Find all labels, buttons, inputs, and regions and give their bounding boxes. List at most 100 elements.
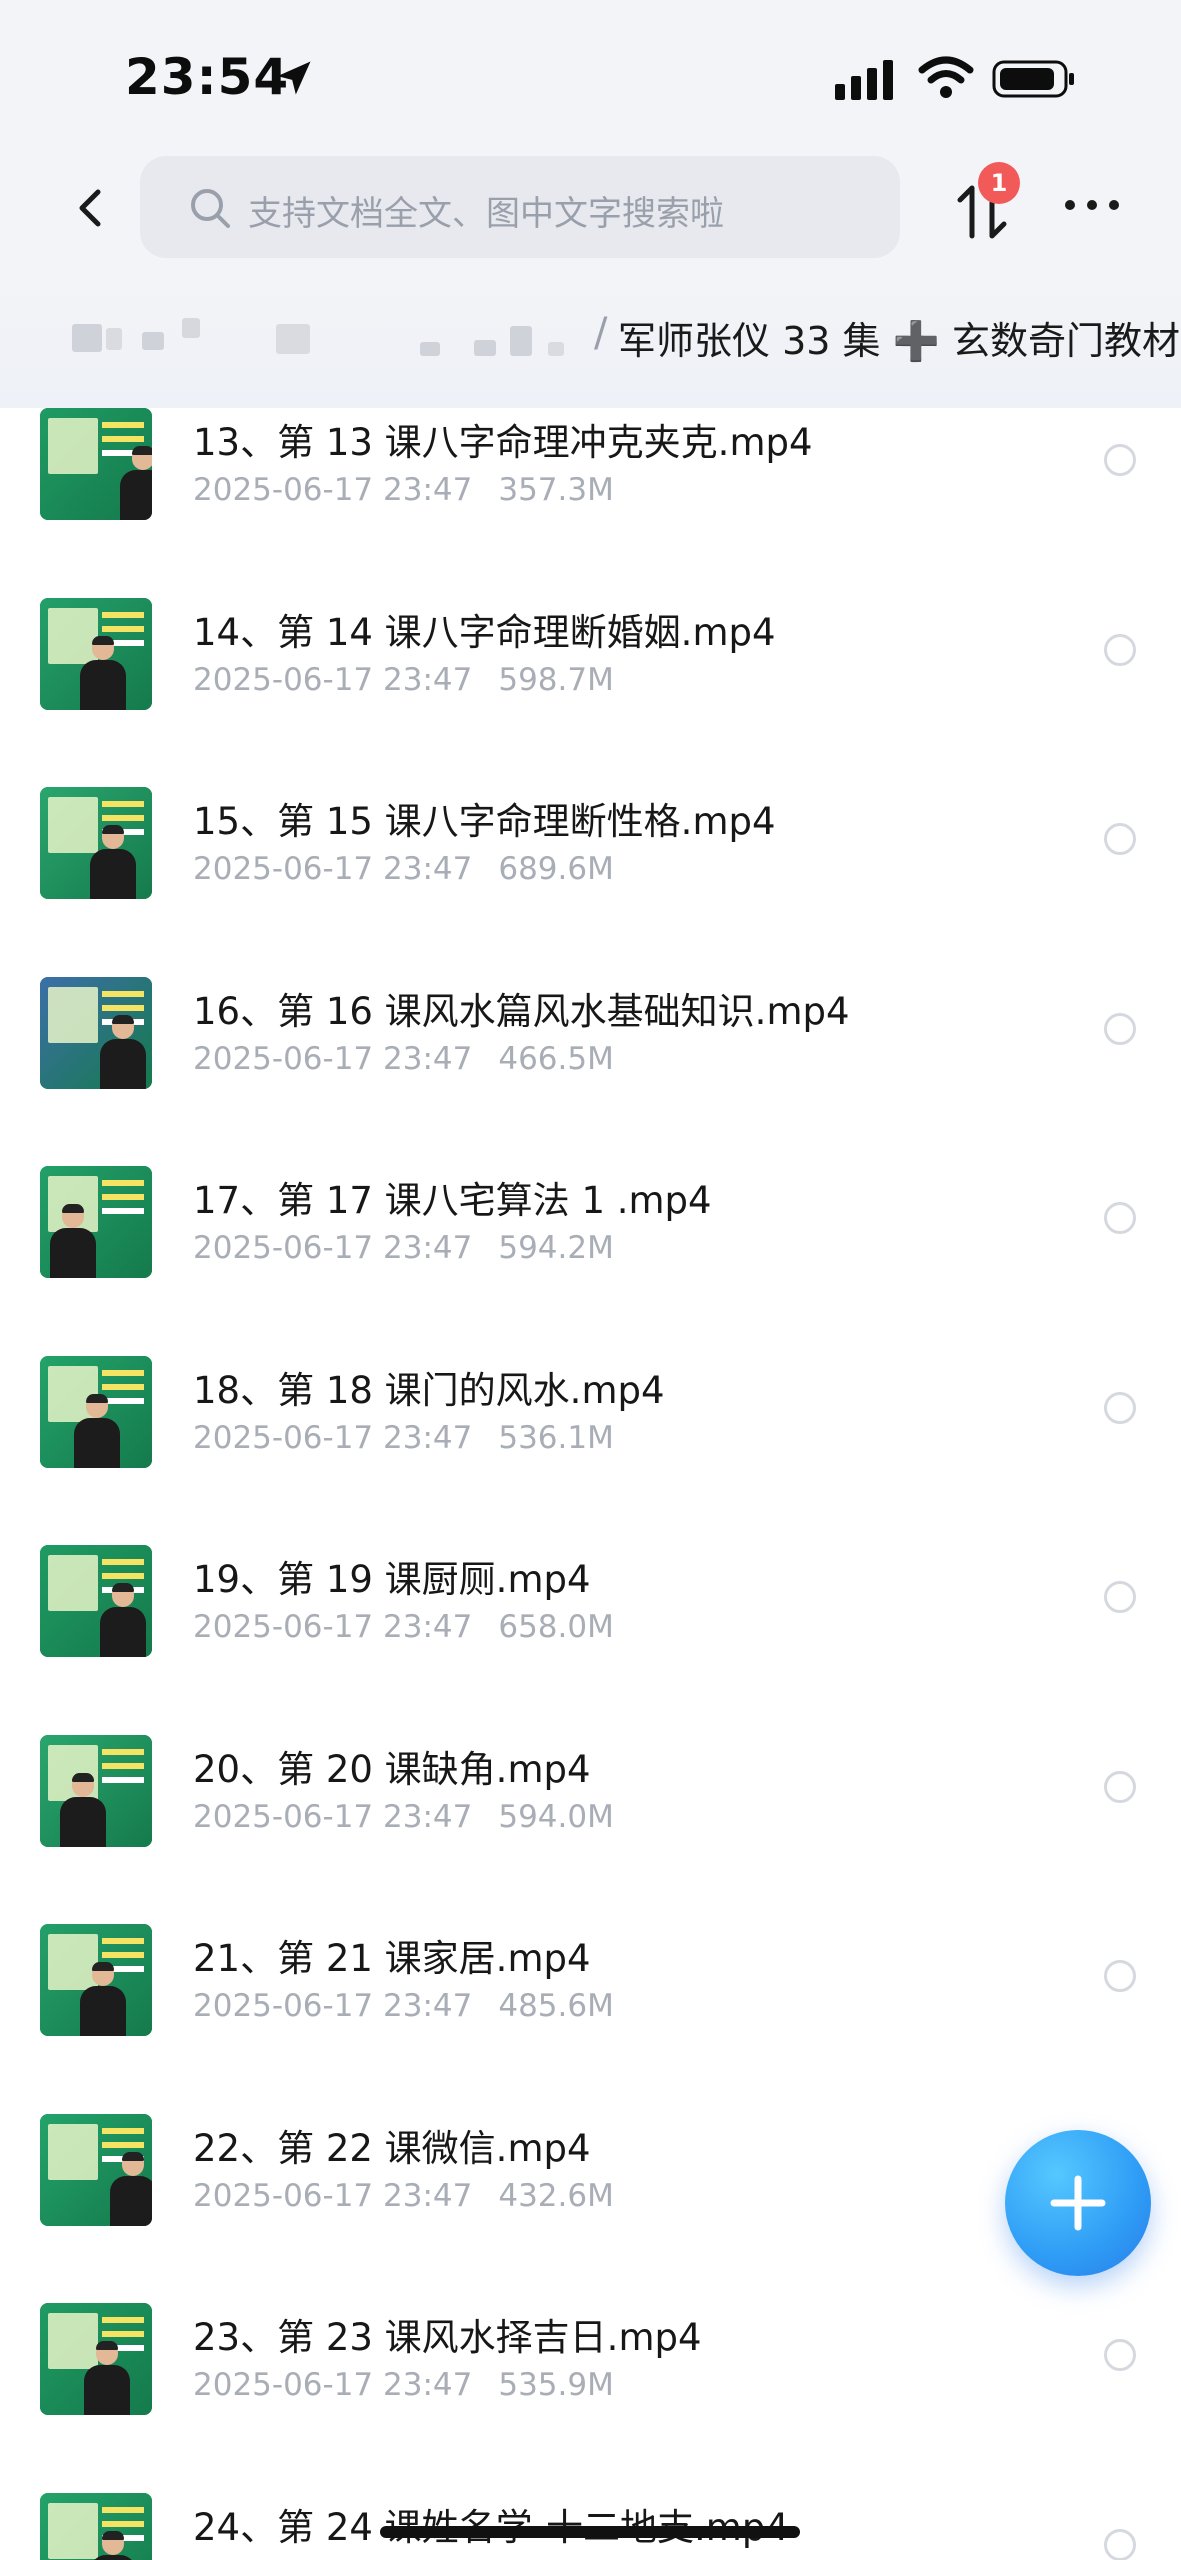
video-thumbnail xyxy=(40,597,152,710)
video-thumbnail xyxy=(40,408,152,520)
file-name: 14、第 14 课八字命理断婚姻.mp4 xyxy=(193,610,776,654)
search-icon xyxy=(191,189,230,228)
file-size: 432.6M xyxy=(498,2177,614,2214)
file-row[interactable]: 19、第 19 课厨厕.mp4 2025-06-17 23:47 658.0M xyxy=(0,1545,1181,1734)
breadcrumb-blurred-segment[interactable] xyxy=(72,324,102,352)
video-thumbnail xyxy=(40,1545,152,1657)
file-meta: 2025-06-17 23:47 536.1M xyxy=(193,1420,614,1456)
file-date: 2025-06-17 23:47 xyxy=(193,1798,473,1835)
file-row[interactable]: 14、第 14 课八字命理断婚姻.mp4 2025-06-17 23:47 598.… xyxy=(0,597,1181,787)
file-meta: 2025-06-17 23:47 598.7M xyxy=(193,662,614,698)
select-radio[interactable] xyxy=(1104,1391,1136,1424)
file-date: 2025-06-17 23:47 xyxy=(193,2367,473,2403)
breadcrumb-blurred-segment[interactable] xyxy=(276,324,310,354)
file-name: 18、第 18 课门的风水.mp4 xyxy=(193,1368,665,1412)
transfer-count-badge: 1 xyxy=(978,162,1020,204)
file-name: 24、第 24 课姓名学-十二地支.mp4 xyxy=(193,2505,789,2549)
file-name: 23、第 23 课风水择吉日.mp4 xyxy=(193,2316,702,2359)
select-radio[interactable] xyxy=(1104,1012,1136,1045)
file-size: 485.6M xyxy=(498,1988,614,2024)
file-size: 535.9M xyxy=(498,2367,614,2403)
file-list: 13、第 13 课八字命理冲克夹克.mp4 2025-06-17 23:47 357… xyxy=(0,408,1181,2560)
file-row[interactable]: 15、第 15 课八字命理断性格.mp4 2025-06-17 23:47 689.… xyxy=(0,787,1181,976)
status-bar: 23:54 xyxy=(0,0,1181,150)
file-name: 22、第 22 课微信.mp4 xyxy=(193,2126,591,2170)
add-button[interactable] xyxy=(1005,2130,1151,2276)
file-date: 2025-06-17 23:47 xyxy=(193,661,473,698)
file-meta: 2025-06-17 23:47 594.0M xyxy=(193,1799,614,1835)
file-meta: 2025-06-17 23:47 535.9M xyxy=(193,2367,614,2403)
file-name: 17、第 17 课八宅算法 1 .mp4 xyxy=(193,1179,712,1222)
video-thumbnail xyxy=(40,787,152,899)
file-date: 2025-06-17 23:47 xyxy=(193,1419,473,1456)
file-date: 2025-06-17 23:47 xyxy=(193,1230,473,1266)
select-radio[interactable] xyxy=(1104,1960,1136,1992)
video-thumbnail xyxy=(40,2303,152,2415)
video-thumbnail xyxy=(40,2113,152,2226)
file-name: 19、第 19 课厨厕.mp4 xyxy=(193,1558,591,1601)
file-row[interactable]: 17、第 17 课八宅算法 1 .mp4 2025-06-17 23:47 594.… xyxy=(0,1166,1181,1355)
select-radio[interactable] xyxy=(1104,823,1136,855)
more-dots-icon[interactable] xyxy=(1062,190,1122,220)
location-arrow-icon xyxy=(277,61,311,95)
select-radio[interactable] xyxy=(1104,2528,1136,2560)
select-radio[interactable] xyxy=(1104,2339,1136,2371)
file-meta: 2025-06-17 23:47 594.2M xyxy=(193,1230,614,1266)
file-size: 689.6M xyxy=(498,851,614,887)
breadcrumb-separator: / xyxy=(594,310,608,356)
file-meta: 2025-06-17 23:47 658.0M xyxy=(193,1609,614,1645)
select-radio[interactable] xyxy=(1104,1202,1136,1234)
file-size: 536.1M xyxy=(498,1419,614,1456)
video-thumbnail xyxy=(40,2492,152,2560)
file-name: 13、第 13 课八字命理冲克夹克.mp4 xyxy=(193,421,813,464)
status-time: 23:54 xyxy=(125,48,290,106)
file-meta: 2025-06-17 23:47 432.6M xyxy=(193,2178,614,2214)
file-date: 2025-06-17 23:47 xyxy=(193,1609,473,1645)
file-meta: 2025-06-17 23:47 689.6M xyxy=(193,851,614,887)
search-placeholder: 支持文档全文、图中文字搜索啦 xyxy=(248,194,724,234)
file-row[interactable]: 18、第 18 课门的风水.mp4 2025-06-17 23:47 536.1M xyxy=(0,1355,1181,1545)
breadcrumb-current-folder: 军师张仪 33 集 ➕ 玄数奇门教材 xyxy=(618,319,1180,363)
file-meta: 2025-06-17 23:47 466.5M xyxy=(193,1041,614,1077)
file-date: 2025-06-17 23:47 xyxy=(193,472,473,508)
file-date: 2025-06-17 23:47 xyxy=(193,1040,473,1077)
file-name: 15、第 15 课八字命理断性格.mp4 xyxy=(193,800,776,843)
file-meta: 2025-06-17 23:47 485.6M xyxy=(193,1988,614,2024)
file-name: 16、第 16 课风水篇风水基础知识.mp4 xyxy=(193,989,850,1033)
file-size: 357.3M xyxy=(498,472,614,508)
cellular-signal-icon xyxy=(835,60,893,100)
file-row[interactable]: 22、第 22 课微信.mp4 2025-06-17 23:47 432.6M xyxy=(0,2113,1181,2303)
file-date: 2025-06-17 23:47 xyxy=(193,2177,473,2214)
file-size: 466.5M xyxy=(498,1040,614,1077)
video-thumbnail xyxy=(40,1355,152,1468)
video-thumbnail xyxy=(40,976,152,1089)
file-row[interactable]: 16、第 16 课风水篇风水基础知识.mp4 2025-06-17 23:47 46… xyxy=(0,976,1181,1166)
video-thumbnail xyxy=(40,1166,152,1278)
select-radio[interactable] xyxy=(1104,1581,1136,1613)
file-size: 594.0M xyxy=(498,1798,614,1835)
file-size: 598.7M xyxy=(498,661,614,698)
top-header: 支持文档全文、图中文字搜索啦 1 xyxy=(0,150,1181,268)
file-row[interactable]: 20、第 20 课缺角.mp4 2025-06-17 23:47 594.0M xyxy=(0,1734,1181,1924)
breadcrumb: / 军师张仪 33 集 ➕ 玄数奇门教材 xyxy=(0,268,1181,408)
wifi-icon xyxy=(918,56,974,98)
select-radio[interactable] xyxy=(1104,444,1136,476)
file-date: 2025-06-17 23:47 xyxy=(193,1988,473,2024)
file-name: 20、第 20 课缺角.mp4 xyxy=(193,1747,591,1791)
search-input[interactable]: 支持文档全文、图中文字搜索啦 xyxy=(140,156,900,258)
file-row[interactable]: 21、第 21 课家居.mp4 2025-06-17 23:47 485.6M xyxy=(0,1924,1181,2113)
battery-icon xyxy=(992,60,1074,98)
select-radio[interactable] xyxy=(1104,1770,1136,1803)
chevron-left-icon[interactable] xyxy=(60,178,120,238)
file-row[interactable]: 13、第 13 课八字命理冲克夹克.mp4 2025-06-17 23:47 357… xyxy=(0,408,1181,597)
select-radio[interactable] xyxy=(1104,633,1136,666)
file-name: 21、第 21 课家居.mp4 xyxy=(193,1937,591,1980)
file-size: 594.2M xyxy=(498,1230,614,1266)
file-meta: 2025-06-17 23:47 357.3M xyxy=(193,472,614,508)
file-date: 2025-06-17 23:47 xyxy=(193,851,473,887)
file-row[interactable]: 23、第 23 课风水择吉日.mp4 2025-06-17 23:47 535.9M xyxy=(0,2303,1181,2492)
video-thumbnail xyxy=(40,1734,152,1847)
file-meta xyxy=(193,2557,219,2560)
plus-icon xyxy=(1050,2175,1106,2231)
video-thumbnail xyxy=(40,1924,152,2036)
